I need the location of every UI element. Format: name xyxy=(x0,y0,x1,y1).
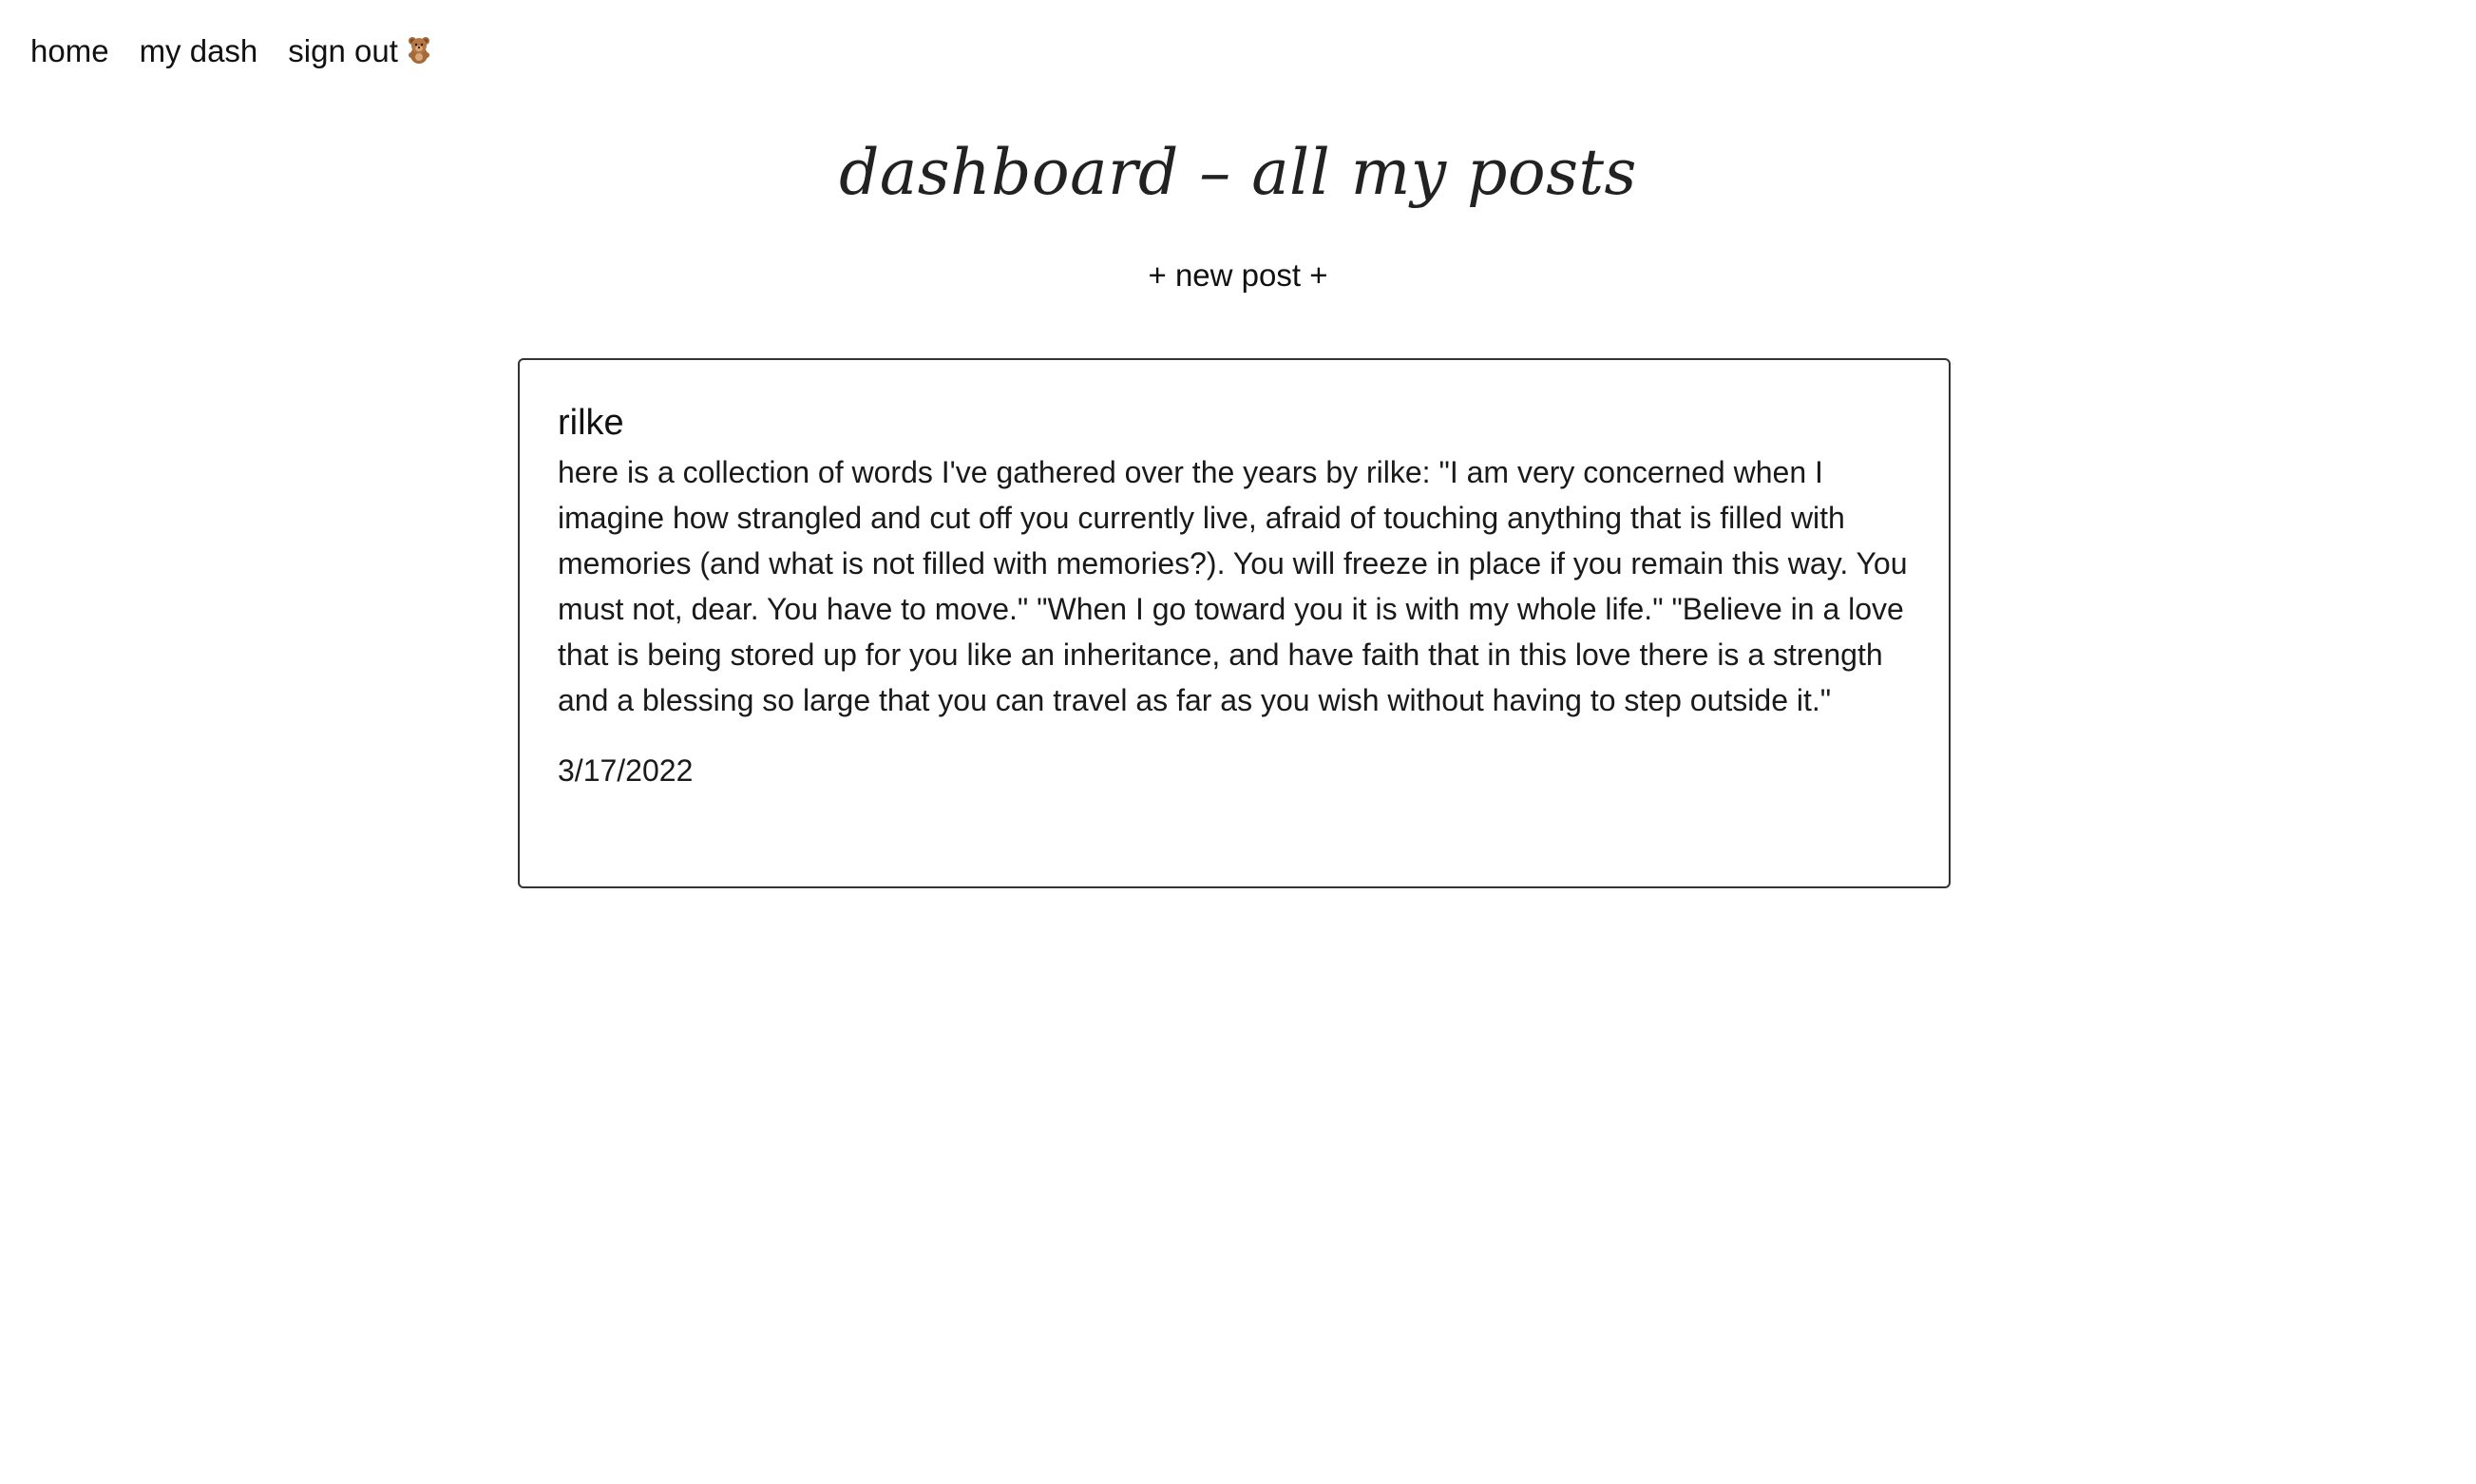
page-title: dashboard – all my posts xyxy=(839,136,1637,209)
post-card: rilke here is a collection of words I've… xyxy=(518,358,1951,888)
nav-home-link[interactable]: home xyxy=(30,30,109,72)
new-post-link[interactable]: + new post + xyxy=(1149,257,1328,293)
post-body: here is a collection of words I've gathe… xyxy=(558,455,1908,717)
nav-sign-out-link[interactable]: sign out xyxy=(288,30,434,72)
nav-my-dash-link[interactable]: my dash xyxy=(140,30,258,72)
new-post-container: + new post + xyxy=(0,255,2476,296)
post-date: 3/17/2022 xyxy=(558,753,694,788)
sign-out-label: sign out xyxy=(288,33,398,68)
teddy-bear-icon xyxy=(404,33,434,64)
post-title: rilke xyxy=(558,403,624,443)
top-nav: home my dash sign out xyxy=(30,30,434,72)
